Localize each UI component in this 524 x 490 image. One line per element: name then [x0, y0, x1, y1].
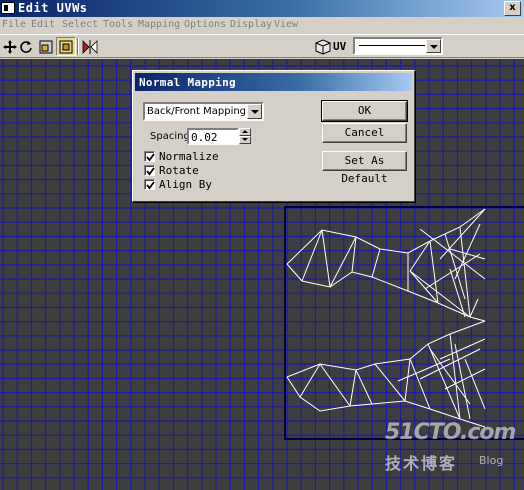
watermark-logo: 51CTO.com [385, 420, 516, 445]
scale-icon [39, 40, 53, 53]
chevron-down-icon[interactable] [426, 39, 441, 53]
menu-bar: File Edit Select Tools Mapping Options D… [0, 17, 524, 34]
title-bar: Edit UVWs x [0, 0, 524, 17]
chevron-down-icon[interactable] [247, 104, 262, 119]
check-icon [144, 165, 155, 176]
freeform-button[interactable] [56, 37, 76, 56]
mesh-edge [319, 363, 351, 407]
app-icon[interactable] [1, 2, 15, 14]
cube-button[interactable] [313, 37, 333, 56]
menu-display[interactable]: Display [230, 19, 272, 30]
spacing-spinner[interactable] [239, 128, 251, 145]
rotate-label: Rotate [159, 164, 199, 177]
mapping-select[interactable]: Back/Front Mapping [143, 102, 264, 121]
cube-icon [315, 38, 331, 55]
rotate-checkbox[interactable]: Rotate [144, 164, 264, 178]
menu-file[interactable]: File [2, 19, 26, 30]
mesh-edge [351, 236, 357, 273]
mapping-select-value: Back/Front Mapping [147, 106, 247, 117]
mesh-edge [301, 229, 323, 282]
mesh-edge [409, 358, 431, 410]
menu-tools[interactable]: Tools [103, 19, 133, 30]
freeform-icon [59, 40, 73, 53]
menu-mapping[interactable]: Mapping [138, 19, 180, 30]
normalize-checkbox[interactable]: Normalize [144, 150, 264, 164]
normal-mapping-dialog: Normal Mapping Back/Front Mapping Spacin… [132, 70, 415, 202]
normalize-label: Normalize [159, 150, 219, 163]
align-by-label: Align By [159, 178, 212, 191]
move-icon [3, 39, 17, 54]
menu-edit[interactable]: Edit [31, 19, 55, 30]
close-icon: x [509, 2, 516, 13]
mesh-edge [459, 226, 471, 318]
mesh-edge [349, 369, 357, 407]
ok-button[interactable]: OK [321, 100, 408, 122]
map-select[interactable] [353, 37, 443, 55]
align-by-checkbox[interactable]: Align By [144, 178, 264, 192]
close-button[interactable]: x [504, 1, 521, 16]
rotate-icon [20, 40, 32, 53]
uv-frame [284, 206, 524, 440]
spin-up-icon[interactable] [239, 128, 251, 136]
rotate-button[interactable] [16, 37, 36, 56]
watermark: 51CTO.com 技术博客 Blog [385, 420, 520, 480]
mirror-button[interactable] [80, 37, 100, 56]
menu-options[interactable]: Options [184, 19, 226, 30]
map-select-line [359, 45, 425, 46]
menu-select[interactable]: Select [62, 19, 98, 30]
cancel-button[interactable]: Cancel [322, 123, 407, 143]
scale-button[interactable] [36, 37, 56, 56]
mesh-edge [371, 248, 381, 278]
toolbar-separator [77, 38, 79, 55]
mesh-edge [439, 338, 486, 360]
spin-down-icon[interactable] [239, 136, 251, 144]
mirror-icon [82, 39, 98, 54]
mesh-edge [404, 358, 411, 402]
set-as-default-button[interactable]: Set As Default [322, 151, 407, 185]
toolbar: UV [0, 34, 524, 58]
mesh-edge [409, 240, 431, 272]
check-icon [144, 151, 155, 162]
watermark-subtitle: 技术博客 [385, 454, 458, 473]
uv-label: UV [333, 40, 347, 53]
menu-view[interactable]: View [274, 19, 298, 30]
dialog-title: Normal Mapping [135, 73, 412, 91]
check-icon [144, 179, 155, 190]
watermark-blog: Blog [479, 454, 504, 467]
spacing-input[interactable]: 0.02 [187, 128, 239, 145]
mesh-edge [409, 270, 471, 318]
window-title: Edit UVWs [18, 1, 88, 15]
